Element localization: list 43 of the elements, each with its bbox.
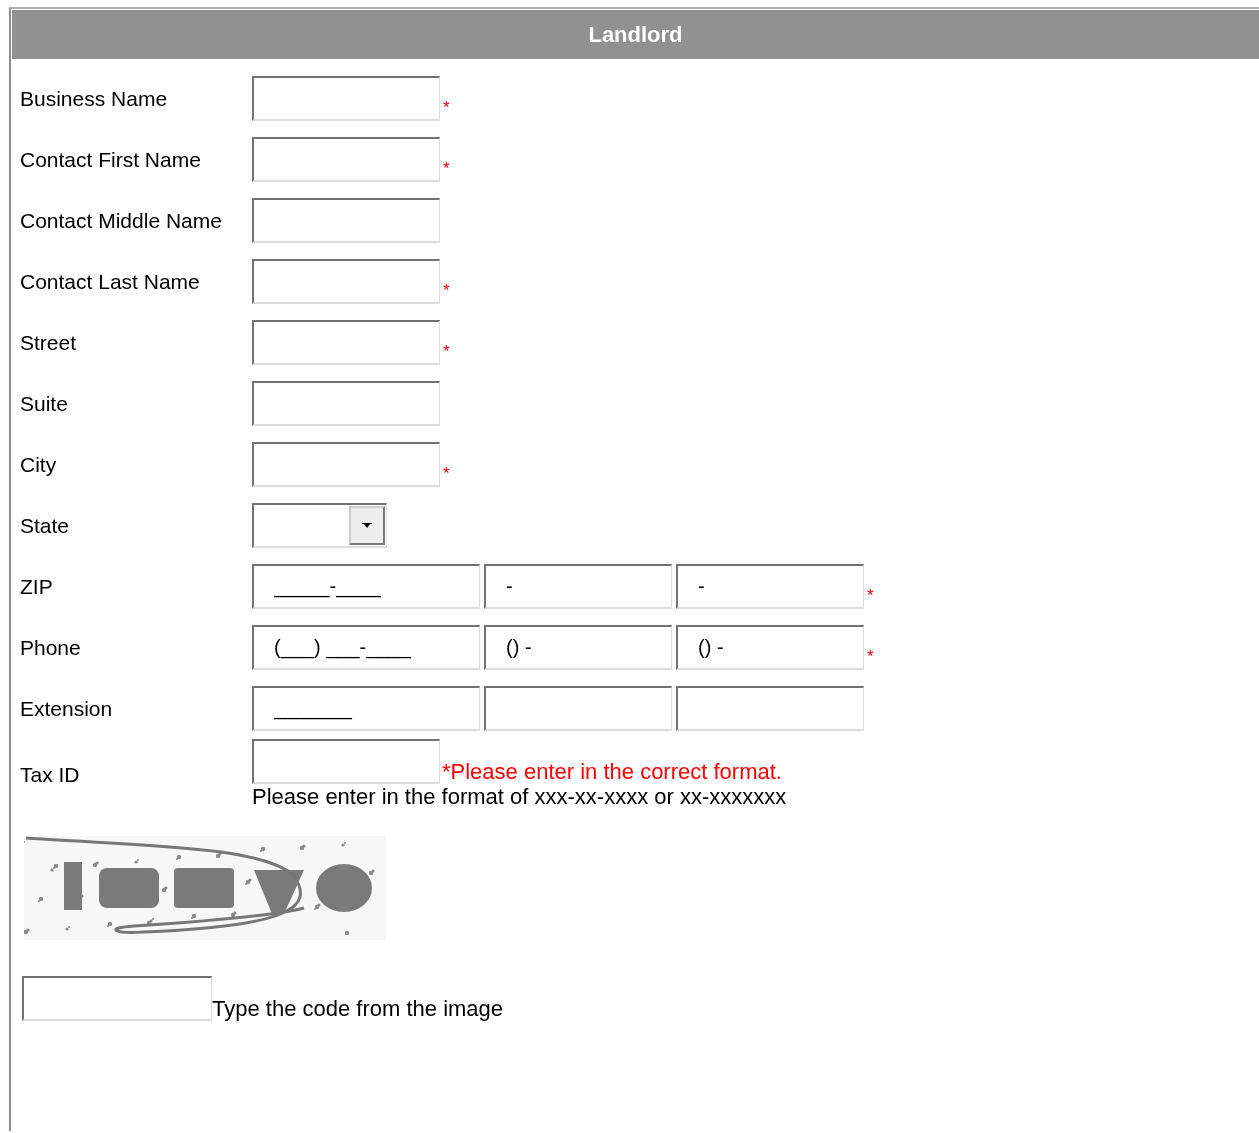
field-label: ZIP	[19, 574, 54, 599]
field-label: Suite	[19, 391, 69, 416]
input-field[interactable]	[676, 686, 864, 731]
input-field[interactable]: -	[484, 564, 672, 609]
required-mark: *	[443, 463, 450, 485]
input-field[interactable]: () -	[676, 625, 864, 670]
input-field[interactable]	[252, 320, 440, 365]
field-label: Contact Middle Name	[19, 208, 223, 233]
field-label: Street	[19, 330, 78, 355]
field-label: State	[19, 513, 71, 538]
input-field[interactable]: (___) ___-____	[252, 625, 480, 670]
input-field[interactable]	[252, 259, 440, 304]
required-mark: *	[443, 158, 450, 180]
required-mark: *	[443, 97, 450, 119]
required-mark: *	[867, 585, 874, 607]
state-dropdown[interactable]	[252, 503, 387, 548]
field-label: Tax ID	[19, 762, 81, 787]
field-label: Contact First Name	[19, 147, 202, 172]
input-field[interactable]: _______	[252, 686, 480, 731]
input-field[interactable]: _____-____	[252, 564, 480, 609]
captcha-instruction: Type the code from the image	[212, 997, 504, 1021]
field-label: Business Name	[19, 86, 169, 111]
input-field[interactable]	[252, 739, 440, 784]
dropdown-arrow-icon	[361, 521, 373, 530]
field-label: City	[19, 452, 58, 477]
field-label: Phone	[19, 635, 82, 660]
required-mark: *	[443, 341, 450, 363]
required-mark: *	[443, 280, 450, 302]
captcha-input[interactable]	[22, 976, 212, 1021]
input-field[interactable]: -	[676, 564, 864, 609]
field-label: Extension	[19, 696, 114, 721]
input-field[interactable]: () -	[484, 625, 672, 670]
section-title: Landlord	[588, 21, 683, 48]
input-field[interactable]	[252, 381, 440, 426]
error-message: *Please enter in the correct format.	[442, 760, 782, 784]
input-field[interactable]	[252, 137, 440, 182]
input-field[interactable]	[484, 686, 672, 731]
field-label: Contact Last Name	[19, 269, 201, 294]
input-field[interactable]	[252, 198, 440, 243]
input-field[interactable]	[252, 76, 440, 121]
input-field[interactable]	[252, 442, 440, 487]
format-hint: Please enter in the format of xxx-xx-xxxx or xx-xxxxxxx	[252, 784, 787, 810]
required-mark: *	[867, 646, 874, 668]
